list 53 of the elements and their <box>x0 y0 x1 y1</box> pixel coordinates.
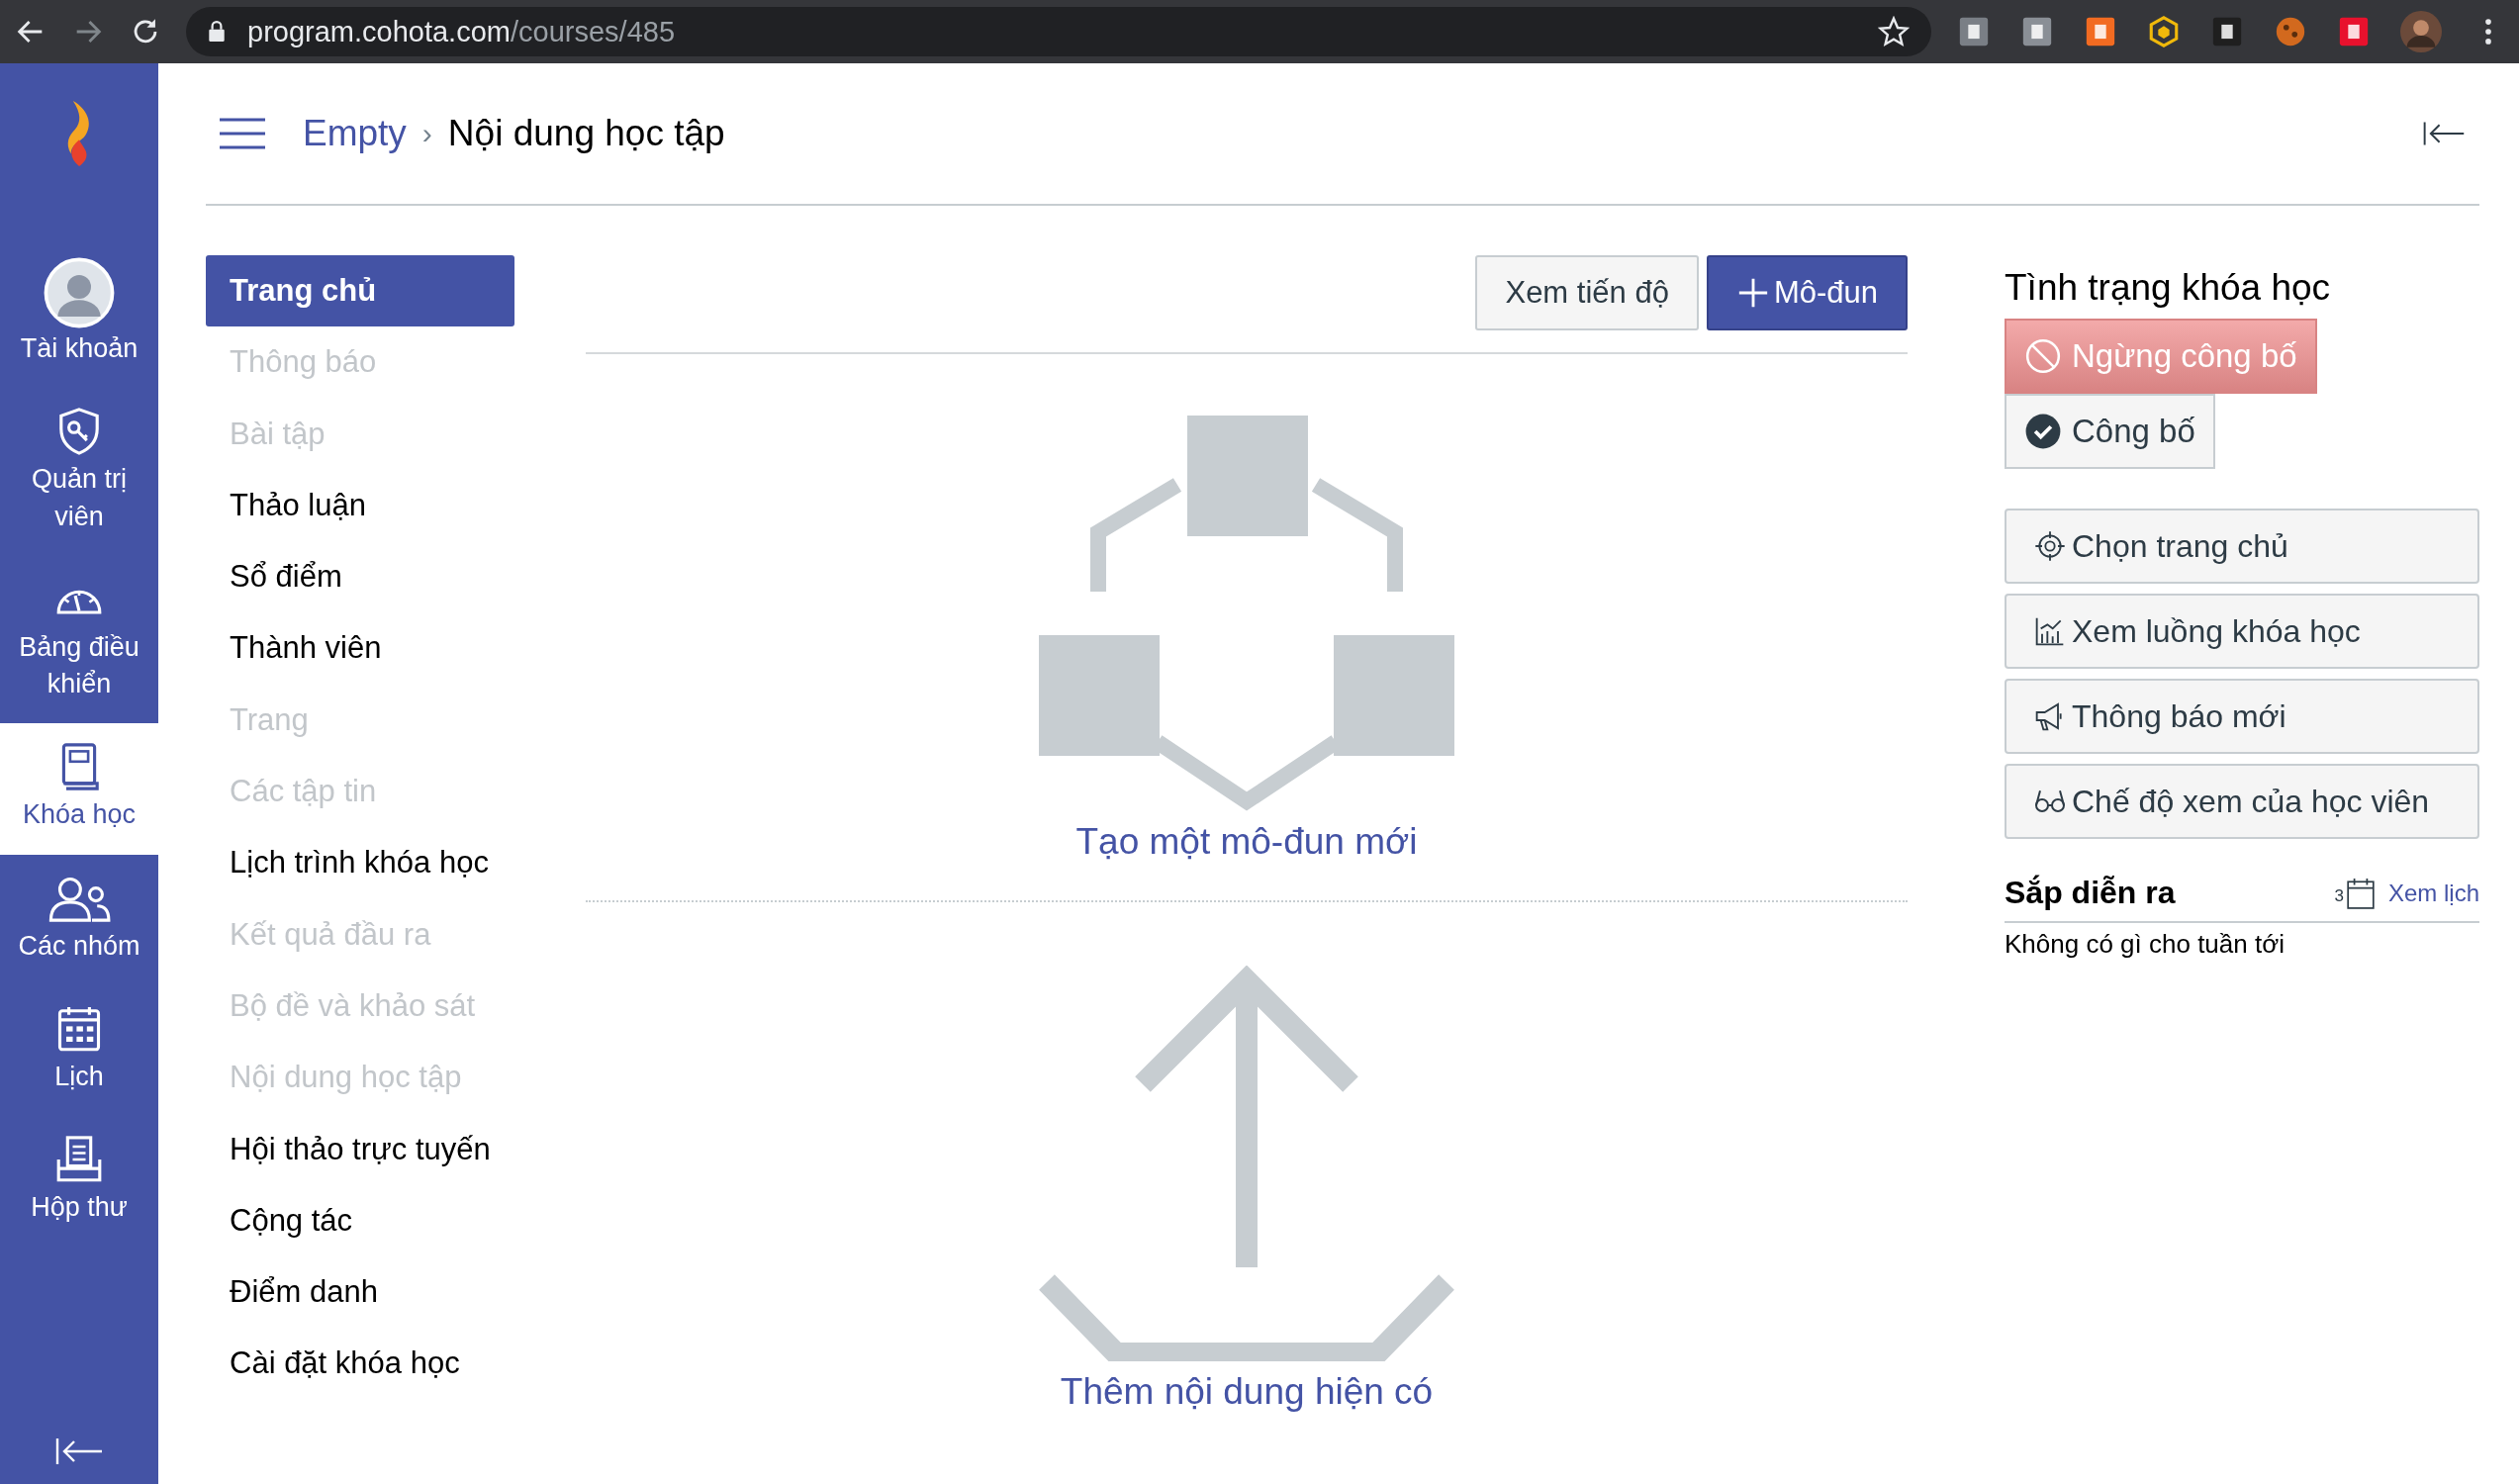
extension-icon[interactable] <box>2337 15 2371 48</box>
course-nav-link[interactable]: Cài đặt khóa học <box>206 1328 514 1400</box>
extension-icon[interactable] <box>2020 15 2054 48</box>
calendar-icon <box>2346 877 2375 909</box>
target-icon <box>2034 530 2066 562</box>
lock-icon <box>208 21 226 43</box>
course-action-button[interactable]: Chế độ xem của học viên <box>2005 764 2479 839</box>
calendar-link[interactable]: Xem lịch <box>2387 879 2479 907</box>
course-status-title: Tình trạng khóa học <box>2005 267 2332 309</box>
nav-item[interactable]: Hộp thư <box>0 1116 158 1248</box>
nav-item[interactable]: Bảng điều khiển <box>0 555 158 724</box>
url-path: /courses/485 <box>510 15 675 48</box>
avatar-icon <box>44 257 115 328</box>
extension-icon[interactable] <box>2210 15 2244 48</box>
nav-item[interactable]: Lịch <box>0 984 158 1116</box>
nav-item[interactable]: Khóa học <box>0 723 158 855</box>
star-icon[interactable] <box>1878 16 1910 47</box>
breadcrumb-link[interactable]: Empty <box>303 113 407 154</box>
extension-icon[interactable] <box>1957 15 1991 48</box>
add-module-button[interactable]: Mô-đun <box>1706 255 1908 330</box>
course-action-button[interactable]: Chọn trang chủ <box>2005 509 2479 584</box>
collapse-icon[interactable] <box>54 1437 104 1466</box>
course-nav-link[interactable]: Điểm danh <box>206 1256 514 1329</box>
breadcrumb-current: Nội dung học tập <box>447 113 725 154</box>
chart-icon <box>2034 615 2066 647</box>
create-module-link[interactable]: Tạo một mô-đun mới <box>1075 821 1418 863</box>
course-nav-link[interactable]: Hội thảo trực tuyến <box>206 1113 514 1185</box>
course-nav-link[interactable]: Trang chủ <box>206 255 514 327</box>
menu-icon[interactable] <box>218 117 267 150</box>
upcoming-title: Sắp diễn ra <box>2005 875 2176 911</box>
prohibited-icon <box>2024 337 2062 375</box>
course-nav-link[interactable]: Cộng tác <box>206 1184 514 1257</box>
upcoming-empty-text: Không có gì cho tuần tới <box>2005 929 2286 960</box>
nav-item[interactable]: Các nhóm <box>0 854 158 985</box>
course-nav-link[interactable]: Sổ điểm <box>206 541 514 613</box>
url-host: program.cohota.com <box>247 15 511 48</box>
course-nav-link[interactable]: Thành viên <box>206 612 514 685</box>
extension-icon[interactable] <box>2084 15 2117 48</box>
nav-item[interactable]: Quản trị viên <box>0 388 158 556</box>
course-action-button[interactable]: Xem luồng khóa học <box>2005 594 2479 669</box>
course-nav-link[interactable]: Lịch trình khóa học <box>206 827 514 899</box>
breadcrumb-separator: › <box>421 117 432 150</box>
calendar-day: 3 <box>2334 886 2344 906</box>
profile-avatar[interactable] <box>2400 11 2442 52</box>
course-nav-link[interactable]: Thảo luận <box>206 469 514 542</box>
check-icon <box>2024 413 2062 450</box>
extension-icon[interactable] <box>2147 15 2181 48</box>
progress-button[interactable]: Xem tiến độ <box>1475 255 1699 330</box>
course-action-button[interactable]: Thông báo mới <box>2005 679 2479 754</box>
address-bar[interactable]: program.cohota.com/courses/485 <box>186 7 1931 56</box>
add-existing-link[interactable]: Thêm nội dung hiện có <box>1060 1371 1434 1413</box>
nav-item[interactable]: Tài khoản <box>0 239 158 389</box>
status-button[interactable]: Công bố <box>2005 394 2215 469</box>
